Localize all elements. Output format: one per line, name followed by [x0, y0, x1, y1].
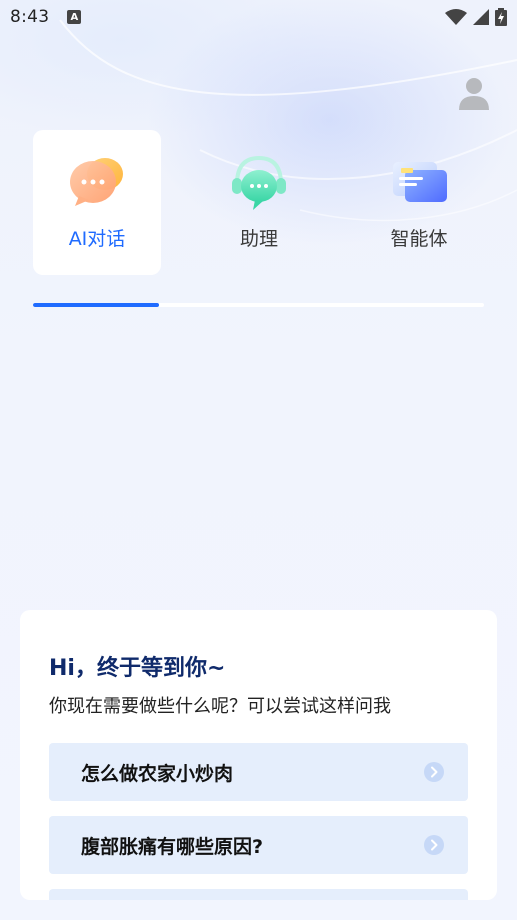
tab-indicator — [33, 303, 160, 307]
greeting-subtitle: 你现在需要做些什么呢？可以尝试这样问我 — [49, 696, 391, 717]
tab-indicator-track — [33, 303, 484, 307]
tab-label: 智能体 — [390, 228, 448, 250]
chat-bubbles-icon — [70, 158, 123, 206]
status-bar: 8:43 A — [0, 0, 517, 34]
battery-icon — [495, 8, 507, 26]
chevron-right-icon — [424, 835, 444, 855]
user-icon[interactable] — [457, 76, 491, 112]
suggestion-card: Hi，终于等到你~ 你现在需要做些什么呢？可以尝试这样问我 怎么做农家小炒肉 腹… — [20, 610, 497, 900]
status-icons — [445, 8, 507, 26]
tab-label: 助理 — [239, 228, 278, 250]
tab-label: AI对话 — [68, 228, 126, 250]
greeting-title: Hi，终于等到你~ — [49, 656, 226, 681]
bottom-edge — [0, 900, 517, 920]
suggestion-text: 怎么做农家小炒肉 — [81, 762, 234, 785]
signal-icon — [473, 9, 489, 25]
tab-assistant[interactable]: 助理 — [195, 130, 323, 275]
cards-agent-icon — [393, 162, 447, 202]
suggestion-item[interactable]: 怎么做农家小炒肉 — [49, 743, 468, 801]
status-time: 8:43 — [10, 7, 50, 27]
headset-assistant-icon — [232, 155, 286, 210]
text-a-icon: A — [67, 10, 82, 24]
chevron-right-icon — [424, 762, 444, 782]
suggestion-text: 腹部胀痛有哪些原因? — [81, 835, 264, 858]
suggestion-item[interactable]: 腹部胀痛有哪些原因? — [49, 816, 468, 874]
suggestion-item-partial[interactable] — [49, 889, 468, 900]
wifi-icon — [445, 9, 467, 25]
tab-agent[interactable]: 智能体 — [355, 130, 483, 275]
tab-ai-chat[interactable]: AI对话 — [33, 130, 161, 275]
